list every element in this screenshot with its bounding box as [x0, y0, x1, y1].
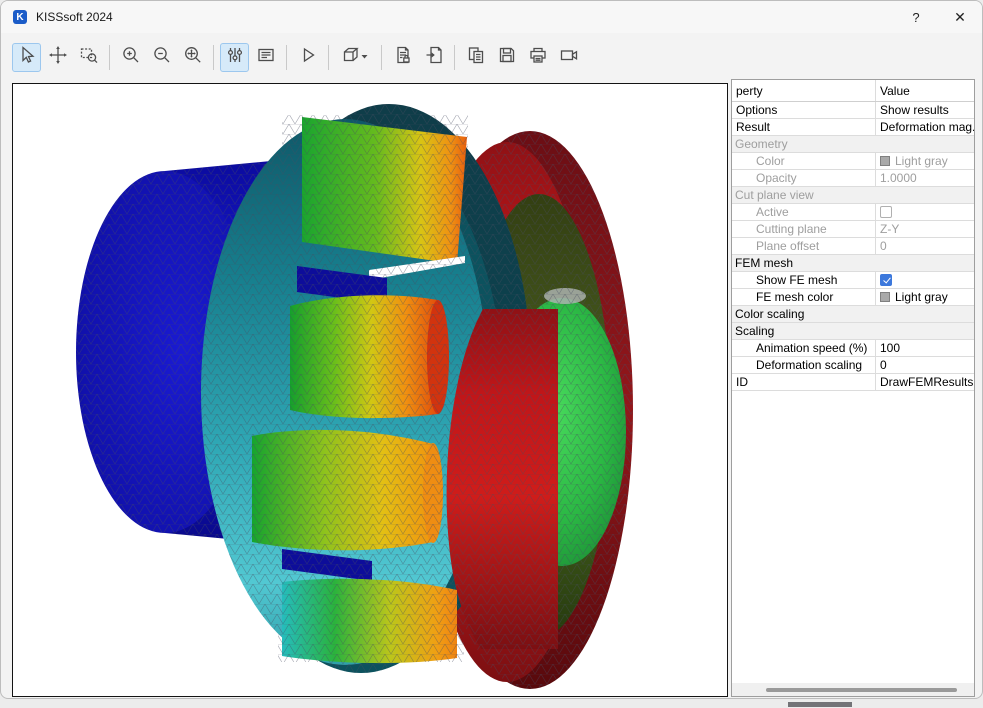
- zoom-out-icon: [152, 45, 172, 70]
- export-protected-document-button[interactable]: [388, 43, 417, 72]
- print-button[interactable]: [523, 43, 552, 72]
- dropdown-caret-icon: [361, 48, 369, 66]
- zoom-window-button[interactable]: [74, 43, 103, 72]
- header-property: perty: [732, 84, 875, 98]
- report-list-icon: [256, 45, 276, 70]
- view-cube-dropdown-button[interactable]: [335, 43, 375, 72]
- pan-button[interactable]: [43, 43, 72, 72]
- help-button[interactable]: ?: [894, 1, 938, 33]
- zoom-in-button[interactable]: [116, 43, 145, 72]
- row-cut-plane-view-group[interactable]: Cut plane view: [732, 187, 974, 204]
- copy-icon: [466, 45, 486, 70]
- active-checkbox[interactable]: [880, 206, 892, 218]
- row-cutting-plane[interactable]: Cutting plane Z-Y: [732, 221, 974, 238]
- document-lock-icon: [393, 45, 413, 70]
- row-show-fe-mesh[interactable]: Show FE mesh: [732, 272, 974, 289]
- zoom-out-button[interactable]: [147, 43, 176, 72]
- zoom-in-icon: [121, 45, 141, 70]
- color-swatch-light-gray: [880, 292, 890, 302]
- horizontal-scrollbar-thumb[interactable]: [766, 688, 957, 692]
- title-bar[interactable]: K KISSsoft 2024 ? ✕: [1, 1, 982, 33]
- panel-empty-area: [732, 391, 974, 683]
- row-active[interactable]: Active: [732, 204, 974, 221]
- color-swatch-light-gray: [880, 156, 890, 166]
- zoom-fit-button[interactable]: [178, 43, 207, 72]
- properties-panel-toggle-button[interactable]: [220, 43, 249, 72]
- zoom-window-icon: [79, 45, 99, 70]
- row-color-scaling-group[interactable]: Color scaling: [732, 306, 974, 323]
- row-id[interactable]: ID DrawFEMResults: [732, 374, 974, 391]
- 3d-viewport[interactable]: [12, 83, 728, 697]
- row-color[interactable]: Color Light gray: [732, 153, 974, 170]
- export-document-button[interactable]: [419, 43, 448, 72]
- save-floppy-icon: [497, 45, 517, 70]
- document-arrow-icon: [424, 45, 444, 70]
- copy-button[interactable]: [461, 43, 490, 72]
- fe-mesh-overlay: [13, 84, 727, 696]
- record-video-button[interactable]: [554, 43, 583, 72]
- select-arrow-icon: [17, 45, 37, 70]
- show-fe-mesh-checkbox[interactable]: [880, 274, 892, 286]
- zoom-fit-icon: [183, 45, 203, 70]
- select-arrow-button[interactable]: [12, 43, 41, 72]
- row-opacity[interactable]: Opacity 1.0000: [732, 170, 974, 187]
- horizontal-scrollbar[interactable]: [732, 683, 974, 696]
- report-view-button[interactable]: [251, 43, 280, 72]
- toolbar: [11, 39, 584, 75]
- fem-model-render: [13, 84, 727, 696]
- row-options[interactable]: Options Show results: [732, 102, 974, 119]
- window-title: KISSsoft 2024: [36, 10, 113, 24]
- play-icon: [298, 45, 318, 70]
- row-result[interactable]: Result Deformation mag...: [732, 119, 974, 136]
- background-window-fragment: [788, 702, 852, 707]
- header-value: Value: [875, 80, 974, 101]
- row-plane-offset[interactable]: Plane offset 0: [732, 238, 974, 255]
- app-window: K KISSsoft 2024 ? ✕: [0, 0, 983, 699]
- row-deformation-scaling[interactable]: Deformation scaling 0: [732, 357, 974, 374]
- close-button[interactable]: ✕: [938, 1, 982, 33]
- pan-icon: [48, 45, 68, 70]
- row-geometry-group[interactable]: Geometry: [732, 136, 974, 153]
- play-animation-button[interactable]: [293, 43, 322, 72]
- kisssoft-logo-icon: K: [13, 10, 27, 24]
- row-animation-speed[interactable]: Animation speed (%) 100: [732, 340, 974, 357]
- row-fem-mesh-group[interactable]: FEM mesh: [732, 255, 974, 272]
- properties-panel: perty Value Options Show results Result …: [731, 79, 975, 697]
- panel-header-row: perty Value: [732, 80, 974, 102]
- save-button[interactable]: [492, 43, 521, 72]
- printer-icon: [528, 45, 548, 70]
- sliders-icon: [225, 45, 245, 70]
- video-camera-icon: [559, 45, 579, 70]
- row-scaling-group[interactable]: Scaling: [732, 323, 974, 340]
- view-cube-icon: [341, 45, 361, 70]
- row-fe-mesh-color[interactable]: FE mesh color Light gray: [732, 289, 974, 306]
- check-icon: [883, 276, 891, 284]
